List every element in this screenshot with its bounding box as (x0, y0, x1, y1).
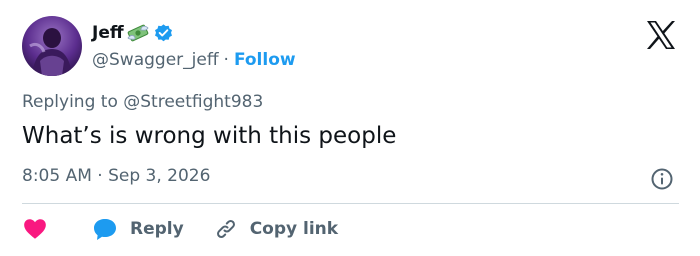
copy-link-button[interactable]: Copy link (214, 217, 338, 241)
money-with-wings-icon (127, 24, 149, 42)
divider (22, 203, 679, 204)
reply-context-prefix: Replying to (22, 92, 118, 112)
x-logo-icon[interactable] (645, 20, 677, 50)
info-icon[interactable] (650, 167, 674, 191)
reply-context-mention[interactable]: @Streetfight983 (123, 92, 263, 112)
avatar[interactable] (22, 16, 82, 76)
action-bar: Reply Copy link (22, 214, 338, 244)
link-icon (216, 220, 235, 238)
tweet-time: 8:05 AM (22, 166, 92, 186)
author-handle[interactable]: @Swagger_jeff (92, 50, 219, 70)
copy-link-label: Copy link (249, 219, 339, 239)
tweet-date: Sep 3, 2026 (108, 166, 211, 186)
reply-label: Reply (130, 219, 184, 239)
reply-context: Replying to @Streetfight983 (22, 92, 263, 112)
author-name-row: Jeff (92, 20, 174, 46)
avatar-image (22, 16, 82, 76)
author-name[interactable]: Jeff (92, 23, 124, 43)
tweet-timestamp[interactable]: 8:05 AM · Sep 3, 2026 (22, 166, 210, 186)
follow-button[interactable]: Follow (234, 50, 296, 70)
author-handle-row: @Swagger_jeff · Follow (92, 48, 296, 72)
speech-bubble-icon (94, 219, 116, 240)
heart-icon[interactable] (22, 216, 48, 242)
tweet-text: What’s is wrong with this people (22, 123, 397, 149)
reply-button[interactable]: Reply (92, 217, 184, 241)
handle-separator: · (223, 50, 229, 70)
timestamp-separator: · (97, 166, 103, 186)
verified-badge-icon[interactable] (153, 23, 174, 44)
